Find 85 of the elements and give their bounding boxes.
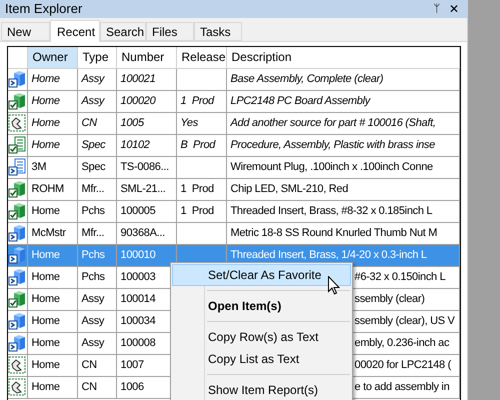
table-cell: CN: [82, 380, 97, 393]
table-cell: Home: [32, 380, 60, 393]
table-cell: CN: [82, 116, 97, 129]
tab[interactable]: Recent: [50, 20, 100, 42]
table-cell: Base Assembly, Complete (clear): [230, 72, 384, 85]
table-cell: 00020 for LPC2148 (: [354, 358, 451, 371]
cursor-icon: [328, 276, 340, 295]
table-cell: Pchs: [82, 270, 105, 283]
table-cell: 1 Prod: [180, 204, 214, 217]
tab[interactable]: Files: [146, 22, 194, 41]
table-cell: 1 Prod: [180, 182, 214, 195]
table-cell: Pchs: [82, 248, 105, 261]
box-icon: [8, 246, 26, 264]
tab[interactable]: Tasks: [194, 22, 242, 41]
table-cell: Threaded Insert, Brass, 1/4-20 x 0.3-inch L: [230, 248, 427, 261]
menu-item[interactable]: Set/Clear As Favorite: [172, 264, 351, 286]
menu-item[interactable]: Copy Row(s) as Text: [172, 326, 351, 348]
table-cell: Home: [32, 204, 60, 217]
table-cell: Assy: [82, 314, 104, 327]
table-cell: McMstr: [32, 226, 66, 239]
menu-item[interactable]: Open Item(s): [172, 295, 351, 317]
column-header[interactable]: Description: [226, 47, 460, 68]
table-cell: Chip LED, SML-210, Red: [230, 182, 348, 195]
table-cell: 100003: [120, 270, 156, 283]
table-cell: SML-21...: [120, 182, 166, 195]
table-cell: 100005: [120, 204, 156, 217]
table-cell: Home: [32, 292, 60, 305]
table-cell: 3M: [32, 160, 46, 173]
table-cell: 100020: [120, 94, 156, 107]
menu-item[interactable]: Copy List as Text: [172, 348, 351, 370]
table-cell: 100008: [120, 336, 156, 349]
tab[interactable]: New: [1, 22, 50, 41]
table-cell: Home: [32, 138, 60, 151]
table-cell: ssembly (clear), US V: [354, 314, 455, 327]
column-header[interactable]: Owner: [27, 47, 77, 68]
tab[interactable]: Search: [100, 22, 146, 41]
column-header[interactable]: Type: [77, 47, 116, 68]
table-cell: Home: [32, 314, 60, 327]
table-cell: 90368A...: [120, 226, 165, 239]
table-cell: Mfr...: [82, 226, 104, 239]
table-cell: #6-32 x 0.150inch L: [354, 270, 446, 283]
table-cell: Assy: [82, 72, 104, 85]
table-cell: 100021: [120, 72, 156, 85]
window-title: Item Explorer: [5, 1, 82, 17]
table-cell: Assy: [82, 292, 104, 305]
table-cell: LPC2148 PC Board Assembly: [230, 94, 370, 107]
table-cell: Add another source for part # 100016 (Shaft,: [230, 116, 436, 129]
column-header[interactable]: Release: [176, 47, 226, 68]
column-header[interactable]: Number: [116, 47, 176, 68]
table-cell: Home: [32, 116, 60, 129]
table-cell: Home: [32, 94, 60, 107]
table-cell: Home: [32, 248, 60, 261]
table-cell: ssembly (clear): [354, 292, 425, 305]
table-cell: TS-0086...: [120, 160, 169, 173]
table-cell: 1006: [120, 380, 144, 393]
table-cell: Pchs: [82, 204, 105, 217]
table-cell: 100034: [120, 314, 156, 327]
table-cell: embly, 0.236-inch ac: [354, 336, 450, 349]
table-cell: Home: [32, 72, 60, 85]
table-cell: 1 Prod: [180, 94, 214, 107]
table-cell: 1005: [120, 116, 144, 129]
table-cell: 100010: [120, 248, 156, 261]
table-cell: Wiremount Plug, .100inch x .100inch Conne: [230, 160, 433, 173]
menu-item[interactable]: Show Item Report(s): [172, 379, 351, 400]
table-cell: Spec: [82, 138, 106, 151]
table-cell: Home: [32, 358, 60, 371]
table-cell: 10102: [120, 138, 150, 151]
close-button[interactable]: ✕: [447, 2, 461, 16]
table-cell: Procedure, Assembly, Plastic with brass inse: [230, 138, 435, 151]
table-cell: CN: [82, 358, 97, 371]
table-cell: B Prod: [180, 138, 216, 151]
pin-button[interactable]: ᛘ: [430, 2, 444, 16]
table-cell: Threaded Insert, Brass, #8-32 x 0.185inch L: [230, 204, 432, 217]
table-cell: Spec: [82, 160, 106, 173]
table-cell: e to add assembly in: [354, 380, 450, 393]
table-cell: Home: [32, 270, 60, 283]
table-cell: 100014: [120, 292, 156, 305]
table-cell: 1007: [120, 358, 144, 371]
table-cell: Assy: [82, 94, 104, 107]
table-cell: Mfr...: [82, 182, 104, 195]
table-cell: Home: [32, 336, 60, 349]
table-cell: Assy: [82, 336, 104, 349]
table-cell: ROHM: [32, 182, 64, 195]
table-cell: Metric 18-8 SS Round Knurled Thumb Nut M: [230, 226, 438, 239]
table-cell: Yes: [180, 116, 198, 129]
